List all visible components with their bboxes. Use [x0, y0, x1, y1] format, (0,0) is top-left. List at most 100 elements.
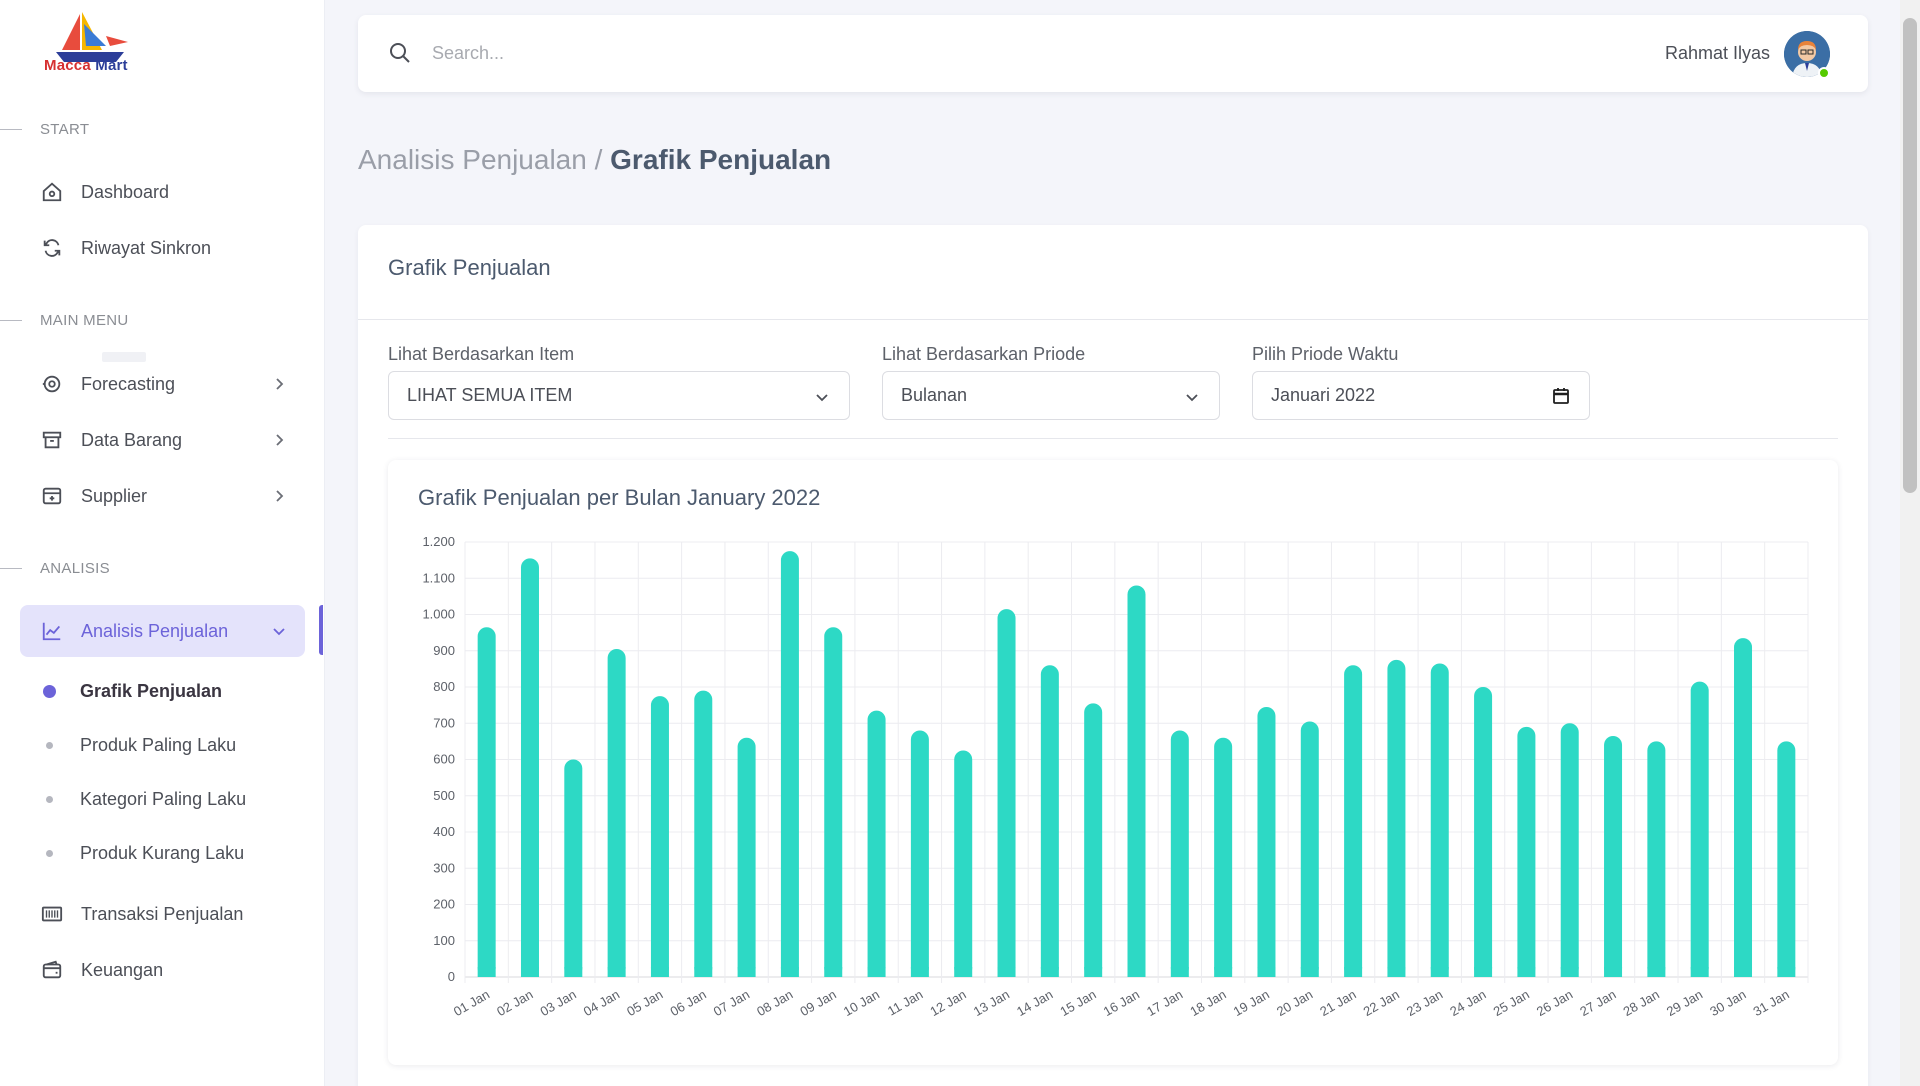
item-filter-label: Lihat Berdasarkan Item — [388, 344, 575, 364]
y-tick-label: 100 — [433, 933, 455, 948]
bar — [910, 730, 929, 977]
x-tick-label: 16 Jan — [1101, 987, 1142, 1020]
sidebar-item-data-barang[interactable]: Data Barang — [20, 414, 305, 466]
bar — [867, 710, 886, 977]
x-tick-label: 14 Jan — [1014, 987, 1055, 1020]
chevron-right-icon — [276, 378, 284, 390]
card-title: Grafik Penjualan — [388, 255, 551, 280]
sidebar-item-transaksi-penjualan[interactable]: Transaksi Penjualan — [20, 888, 305, 940]
bullet-icon — [46, 795, 53, 803]
bar — [1604, 735, 1623, 977]
sidebar-item-dashboard[interactable]: Dashboard — [20, 166, 305, 218]
bar-base — [910, 967, 929, 977]
month-picker[interactable]: Januari 2022 — [1252, 371, 1590, 420]
divider — [358, 319, 1868, 320]
periode-select[interactable]: Bulanan — [882, 371, 1220, 420]
bar-base — [824, 967, 843, 977]
y-tick-label: 700 — [433, 715, 455, 730]
barcode-icon — [41, 903, 63, 925]
bar — [607, 648, 626, 977]
x-tick-label: 15 Jan — [1057, 987, 1098, 1020]
sidebar-subitem-produk-kurang-laku[interactable]: Produk Kurang Laku — [20, 831, 305, 875]
bar — [954, 750, 973, 977]
sidebar: Macca Mart START Dashboard Riwayat Sinkr… — [0, 0, 325, 1086]
x-tick-label: 23 Jan — [1404, 987, 1445, 1020]
bar-base — [1084, 967, 1103, 977]
divider — [388, 438, 1838, 439]
bar-base — [564, 967, 583, 977]
waktu-filter-label: Pilih Priode Waktu — [1252, 344, 1399, 364]
sidebar-item-keuangan[interactable]: Keuangan — [20, 944, 305, 996]
bar-base — [867, 967, 886, 977]
bar-base — [1777, 967, 1796, 977]
x-tick-label: 28 Jan — [1621, 987, 1662, 1020]
bar-base — [997, 967, 1016, 977]
search-icon[interactable] — [388, 41, 412, 65]
y-tick-label: 1.200 — [422, 534, 455, 549]
sidebar-item-riwayat-sinkron[interactable]: Riwayat Sinkron — [20, 222, 305, 274]
scrollbar[interactable] — [1900, 0, 1920, 1086]
bar — [1040, 665, 1059, 977]
y-tick-label: 1.100 — [422, 570, 455, 585]
scrollbar-thumb[interactable] — [1903, 18, 1917, 493]
bar — [1300, 721, 1319, 977]
x-tick-label: 12 Jan — [927, 987, 968, 1020]
sidebar-item-supplier[interactable]: Supplier — [20, 470, 305, 522]
bar-base — [1344, 967, 1363, 977]
x-tick-label: 09 Jan — [797, 987, 838, 1020]
line-chart-icon — [41, 620, 63, 642]
chevron-right-icon — [276, 434, 284, 446]
x-tick-label: 25 Jan — [1491, 987, 1532, 1020]
topbar: Rahmat Ilyas — [358, 15, 1868, 92]
x-tick-label: 03 Jan — [537, 987, 578, 1020]
y-tick-label: 800 — [433, 679, 455, 694]
x-tick-label: 30 Jan — [1707, 987, 1748, 1020]
bar — [1734, 638, 1753, 977]
bar — [1257, 706, 1276, 977]
sidebar-subitem-produk-paling-laku[interactable]: Produk Paling Laku — [20, 723, 305, 767]
item-select[interactable]: LIHAT SEMUA ITEM — [388, 371, 850, 420]
sidebar-subitem-grafik-penjualan[interactable]: Grafik Penjualan — [20, 669, 305, 713]
section-main-menu: MAIN MENU — [0, 310, 129, 330]
bullet-icon — [46, 849, 53, 857]
periode-filter-label: Lihat Berdasarkan Priode — [882, 344, 1086, 364]
x-tick-label: 17 Jan — [1144, 987, 1185, 1020]
chevron-down-icon — [816, 394, 828, 402]
bar — [1084, 703, 1103, 977]
bar-base — [1170, 967, 1189, 977]
x-tick-label: 19 Jan — [1231, 987, 1272, 1020]
bar — [824, 627, 843, 977]
x-tick-label: 10 Jan — [841, 987, 882, 1020]
breadcrumb: Analisis Penjualan / Grafik Penjualan — [358, 144, 831, 176]
breadcrumb-current: Grafik Penjualan — [610, 144, 832, 175]
breadcrumb-parent[interactable]: Analisis Penjualan — [358, 144, 587, 175]
y-tick-label: 900 — [433, 643, 455, 658]
bar-chart: 0 100 200 300 400 500 600 700 800 900 1.000 1.100 1.… — [422, 534, 1809, 1020]
y-tick-label: 600 — [433, 752, 455, 767]
sidebar-item-forecasting[interactable]: Forecasting — [20, 358, 305, 410]
bar-base — [780, 967, 799, 977]
active-indicator — [319, 605, 323, 655]
chart-container: Grafik Penjualan per Bulan January 2022 … — [388, 460, 1838, 1065]
y-tick-label: 400 — [433, 824, 455, 839]
archive-icon — [41, 429, 63, 451]
x-tick-label: 01 Jan — [451, 987, 492, 1020]
x-tick-label: 21 Jan — [1317, 987, 1358, 1020]
bar-base — [1690, 967, 1709, 977]
calendar-icon[interactable] — [1551, 386, 1571, 406]
x-tick-label: 06 Jan — [667, 987, 708, 1020]
chevron-right-icon — [276, 490, 284, 502]
x-tick-label: 29 Jan — [1664, 987, 1705, 1020]
sidebar-item-analisis-penjualan[interactable]: Analisis Penjualan — [20, 605, 305, 657]
x-tick-label: 13 Jan — [971, 987, 1012, 1020]
sidebar-subitem-kategori-paling-laku[interactable]: Kategori Paling Laku — [20, 777, 305, 821]
search-input[interactable] — [432, 37, 1032, 69]
x-tick-label: 26 Jan — [1534, 987, 1575, 1020]
bar-base — [1040, 967, 1059, 977]
user-name: Rahmat Ilyas — [1664, 43, 1770, 63]
x-tick-label: 08 Jan — [754, 987, 795, 1020]
bar — [1214, 737, 1233, 977]
bar-base — [607, 967, 626, 977]
bar-base — [1127, 967, 1146, 977]
x-tick-label: 11 Jan — [885, 987, 925, 1019]
